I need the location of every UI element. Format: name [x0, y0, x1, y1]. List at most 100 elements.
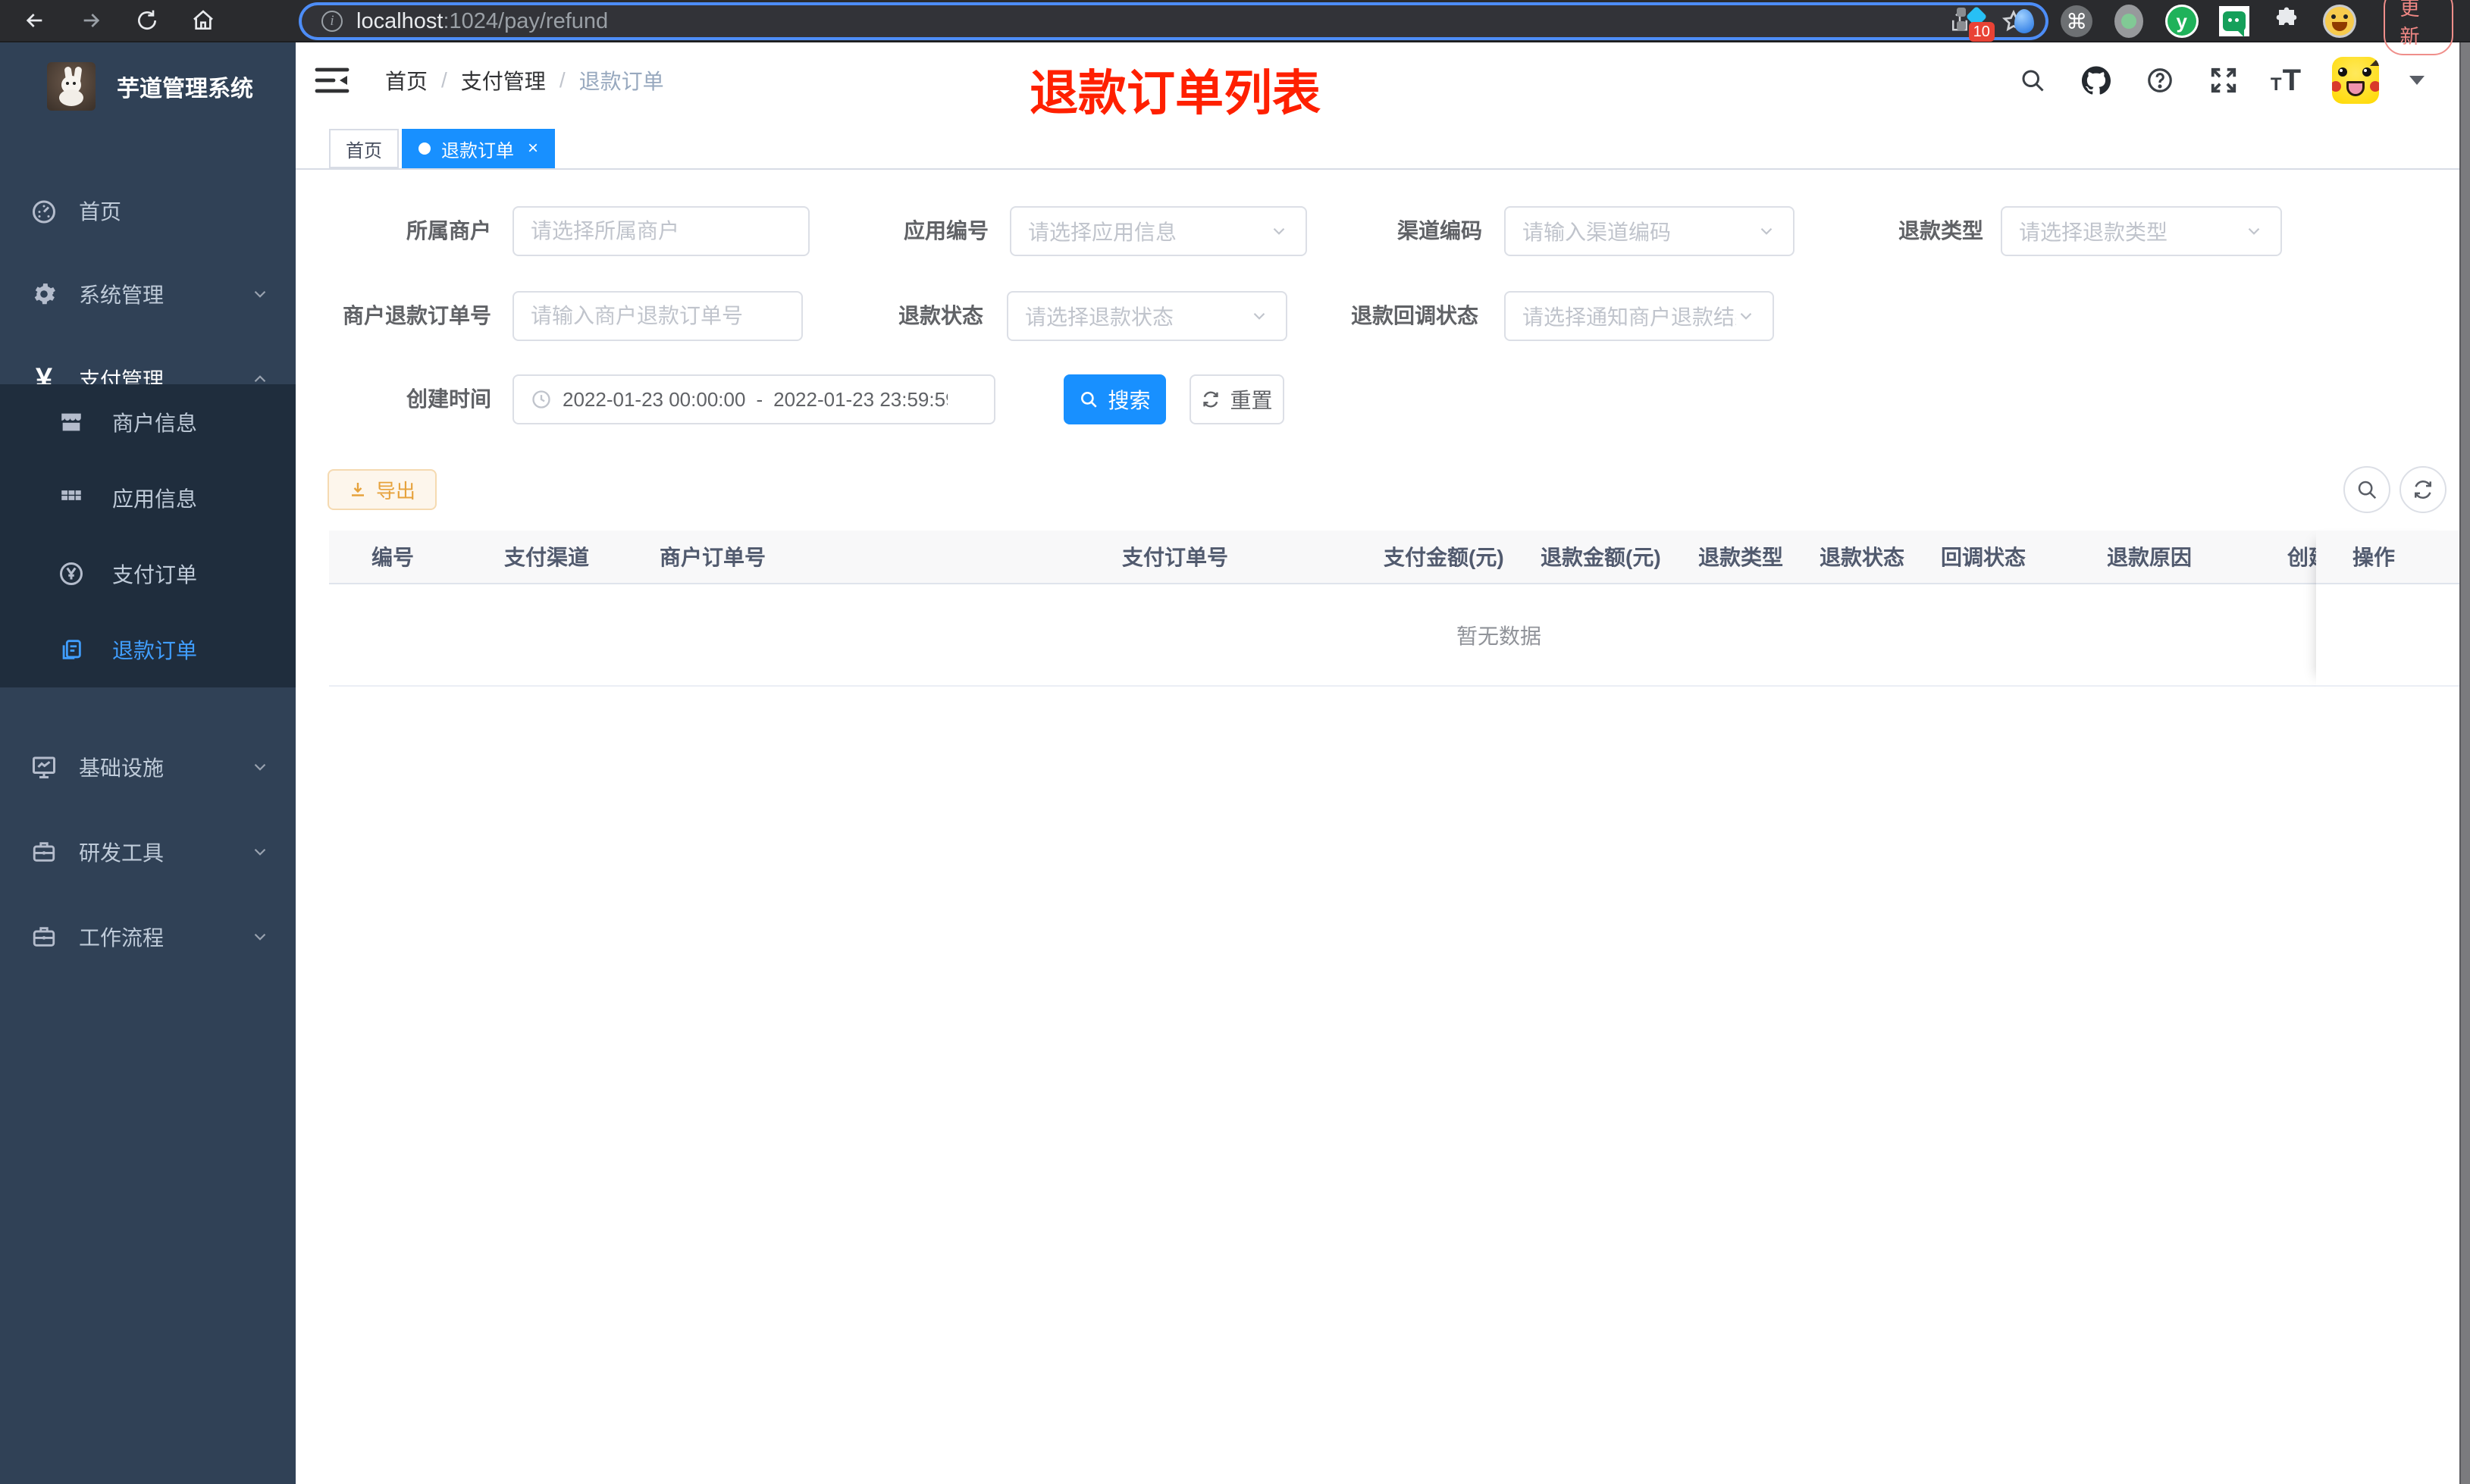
sidebar-item-merchant-info[interactable]: 商户信息 — [0, 384, 296, 460]
empty-text: 暂无数据 — [1456, 624, 1541, 648]
tab-label: 首页 — [346, 140, 382, 161]
fullscreen-icon[interactable] — [2207, 64, 2240, 97]
breadcrumb-separator: / — [559, 68, 566, 92]
extension-y-icon[interactable]: y — [2164, 4, 2199, 39]
sidebar-item-label: 支付订单 — [112, 563, 198, 587]
chevron-down-icon — [1249, 306, 1269, 326]
sidebar-item-devtools[interactable]: 研发工具 — [0, 814, 296, 890]
export-button[interactable]: 导出 — [328, 469, 437, 510]
filter-label-channel: 渠道编码 — [1396, 219, 1482, 243]
app-title: 芋道管理系统 — [117, 77, 253, 102]
extension-tiles-icon[interactable]: 10 — [1956, 4, 1995, 42]
font-size-icon[interactable]: TT — [2271, 64, 2302, 98]
sidebar-collapse-icon[interactable] — [314, 64, 350, 97]
app-select[interactable]: 请选择应用信息 — [1010, 206, 1307, 256]
reset-button-label: 重置 — [1230, 389, 1273, 412]
app-logo-row[interactable]: 芋道管理系统 — [0, 62, 296, 111]
tab-home[interactable]: 首页 — [329, 129, 399, 168]
sidebar-item-workflow[interactable]: 工作流程 — [0, 899, 296, 975]
extension-badge: 10 — [1968, 22, 1995, 42]
filter-label-create-time: 创建时间 — [406, 387, 491, 411]
extension-emoji-icon[interactable] — [2322, 4, 2356, 39]
update-button[interactable]: 更新 — [2383, 0, 2454, 55]
main-area: 首页 / 支付管理 / 退款订单 退款订单列表 TT 首页 退款订单 × 所属商… — [296, 42, 2470, 1484]
date-end-value: 2022-01-23 23:59:59 — [773, 387, 948, 411]
sidebar-item-label: 首页 — [79, 200, 122, 224]
pay-submenu: 商户信息 应用信息 支付订单 退款订单 — [0, 384, 296, 687]
date-separator: - — [756, 387, 763, 411]
url-host: localhost — [356, 8, 444, 33]
reset-button[interactable]: 重置 — [1190, 374, 1284, 424]
channel-select[interactable]: 请输入渠道编码 — [1504, 206, 1795, 256]
close-icon[interactable]: × — [528, 139, 538, 158]
column-header: 支付金额(元) — [1384, 546, 1504, 569]
refund-type-select[interactable]: 请选择退款类型 — [2001, 206, 2282, 256]
refresh-button[interactable] — [2399, 466, 2446, 513]
github-icon[interactable] — [2080, 64, 2113, 97]
sidebar-item-system[interactable]: 系统管理 — [0, 256, 296, 332]
help-icon[interactable] — [2143, 64, 2177, 97]
document-copy-icon — [55, 637, 88, 662]
extension-chat-icon[interactable] — [2218, 4, 2251, 39]
export-button-label: 导出 — [375, 479, 415, 502]
search-button-label: 搜索 — [1108, 389, 1151, 412]
chevron-down-icon — [250, 842, 270, 862]
sidebar-item-pay-order[interactable]: 支付订单 — [0, 536, 296, 612]
reload-icon[interactable] — [126, 4, 168, 37]
column-header: 操作 — [2352, 546, 2396, 569]
column-header: 支付渠道 — [504, 546, 590, 569]
placeholder-text: 请选择应用信息 — [1028, 221, 1177, 244]
sidebar-item-refund-order[interactable]: 退款订单 — [0, 612, 296, 687]
extension-command-icon[interactable]: ⌘ — [2061, 4, 2093, 39]
breadcrumb-pay[interactable]: 支付管理 — [461, 65, 546, 95]
sidebar-item-home[interactable]: 首页 — [0, 173, 296, 249]
merchant-refund-no-input[interactable] — [531, 304, 785, 328]
navbar-tools: TT — [2016, 42, 2425, 118]
sidebar-item-app-info[interactable]: 应用信息 — [0, 460, 296, 536]
search-button[interactable]: 搜索 — [1064, 374, 1166, 424]
filter-label-merchant-refund-no: 商户退款订单号 — [342, 304, 491, 327]
placeholder-text: 请选择通知商户退款结果的回调状态 — [1522, 305, 1736, 329]
home-icon[interactable] — [182, 4, 224, 37]
tab-label: 退款订单 — [441, 140, 514, 161]
extension-puzzle-icon[interactable] — [2271, 4, 2303, 39]
monitor-icon — [27, 753, 61, 781]
notify-status-select[interactable]: 请选择通知商户退款结果的回调状态 — [1504, 291, 1774, 341]
briefcase-icon — [27, 924, 61, 950]
yen-circle-icon — [55, 560, 88, 587]
merchant-refund-no-field[interactable] — [512, 291, 803, 341]
forward-icon[interactable] — [70, 4, 112, 37]
breadcrumb-home[interactable]: 首页 — [385, 65, 428, 95]
filter-label-refund-type: 退款类型 — [1898, 219, 1983, 243]
column-header: 商户订单号 — [660, 546, 766, 569]
sidebar: 芋道管理系统 首页 系统管理 ¥ 支付管理 商户信息 应用信息 支付订单 退款订… — [0, 42, 296, 1484]
chevron-down-icon — [1269, 221, 1289, 241]
extension-balloon-icon[interactable] — [2008, 4, 2041, 39]
breadcrumb: 首页 / 支付管理 / 退款订单 — [385, 42, 664, 118]
date-range-picker[interactable]: 2022-01-23 00:00:00 - 2022-01-23 23:59:5… — [512, 374, 995, 424]
avatar[interactable] — [2332, 57, 2379, 104]
back-icon[interactable] — [14, 4, 56, 37]
window-scrollbar[interactable] — [2459, 42, 2470, 1484]
placeholder-text: 请选择退款状态 — [1025, 305, 1174, 329]
address-bar[interactable]: i localhost:1024/pay/refund — [302, 5, 2045, 37]
sidebar-item-label: 系统管理 — [79, 283, 165, 307]
table-header: 编号 支付渠道 商户订单号 支付订单号 支付金额(元) 退款金额(元) 退款类型… — [329, 531, 2459, 584]
sidebar-item-infra[interactable]: 基础设施 — [0, 729, 296, 805]
site-info-icon[interactable]: i — [321, 11, 343, 32]
chevron-down-icon — [250, 927, 270, 947]
refund-status-select[interactable]: 请选择退款状态 — [1007, 291, 1287, 341]
url-path: :1024/pay/refund — [443, 8, 609, 33]
search-icon[interactable] — [2016, 64, 2049, 97]
chevron-down-icon — [250, 284, 270, 304]
avatar-caret-icon[interactable] — [2409, 76, 2425, 85]
extension-dot-icon[interactable] — [2113, 4, 2146, 39]
merchant-input[interactable] — [531, 219, 791, 243]
tab-refund-order[interactable]: 退款订单 × — [402, 129, 556, 168]
merchant-select[interactable] — [512, 206, 810, 256]
hide-search-button[interactable] — [2343, 466, 2390, 513]
breadcrumb-separator: / — [441, 68, 447, 92]
briefcase-icon — [27, 839, 61, 865]
sidebar-item-label: 退款订单 — [112, 639, 198, 662]
date-start-value: 2022-01-23 00:00:00 — [563, 387, 746, 411]
